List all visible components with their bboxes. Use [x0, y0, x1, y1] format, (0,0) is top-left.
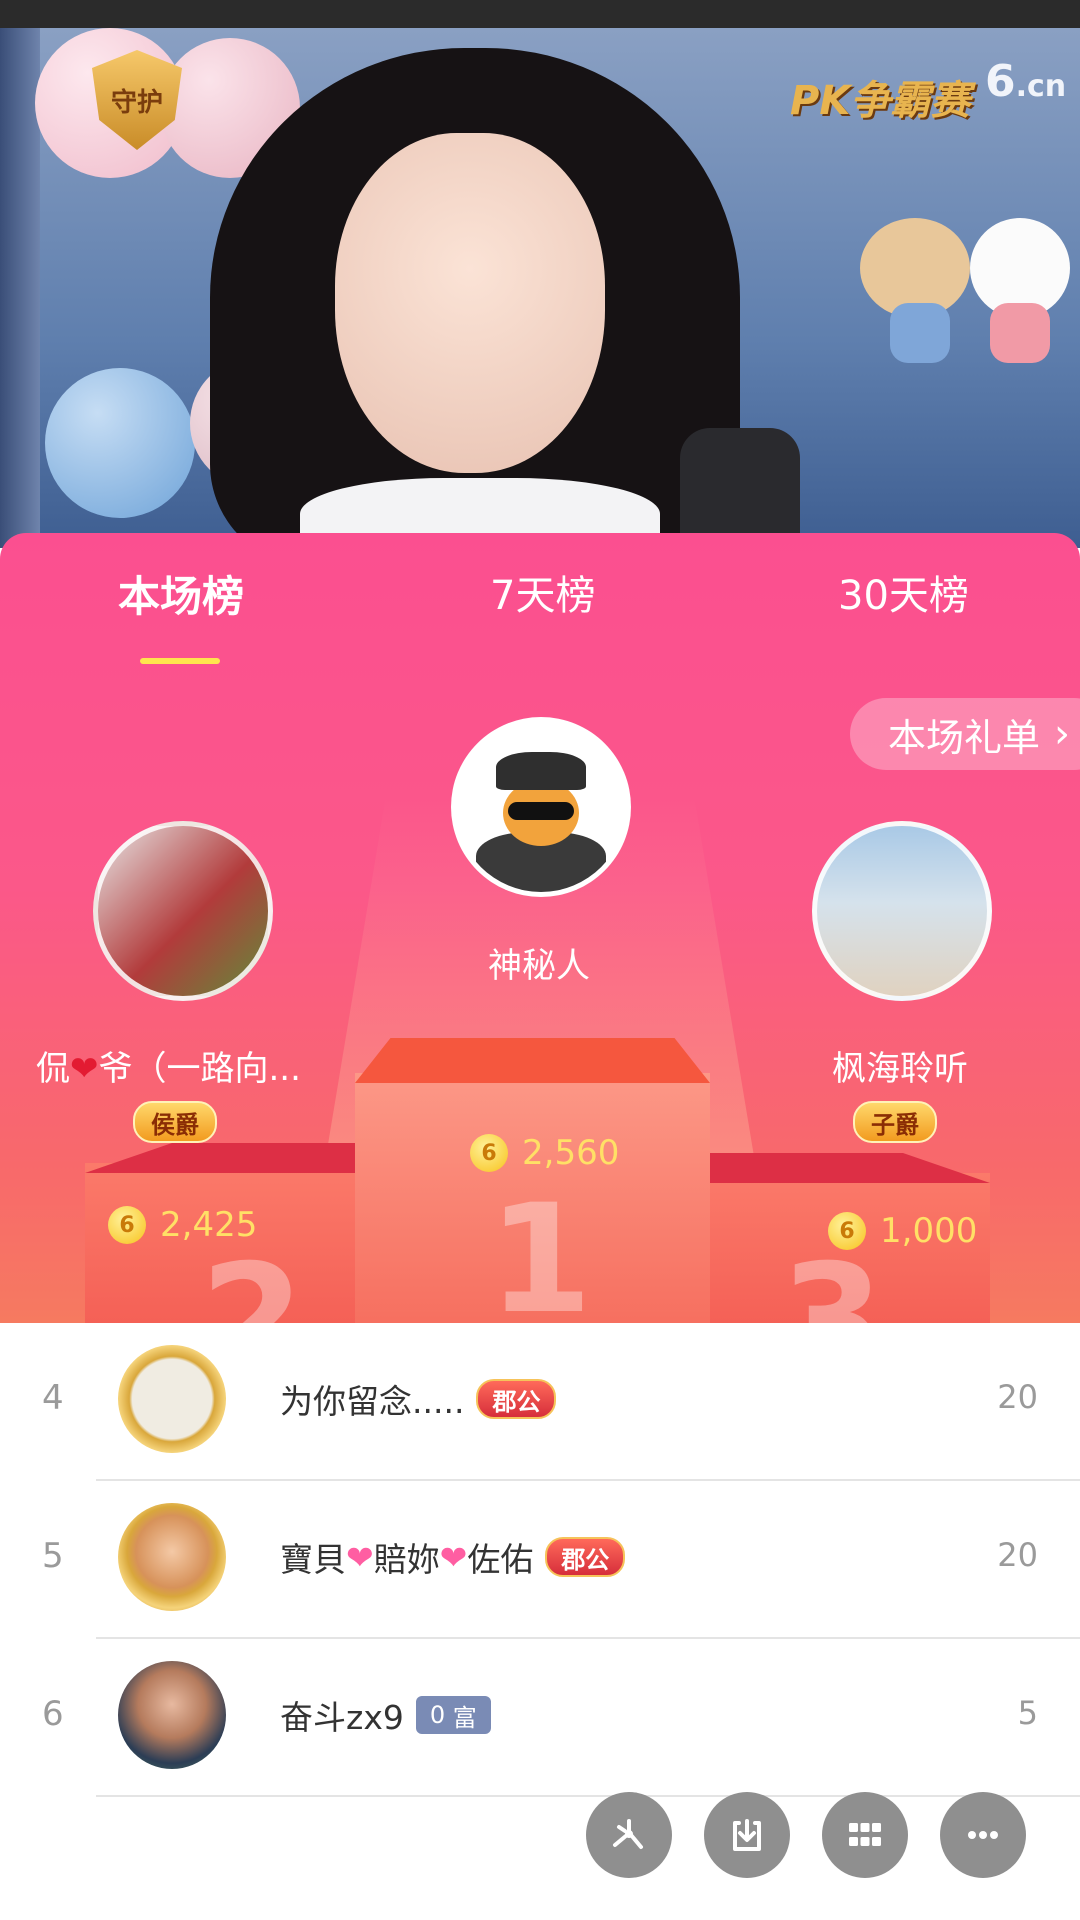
third-coins-value: 1,000: [880, 1211, 978, 1251]
title-badge: 郡公: [545, 1537, 626, 1577]
more-button[interactable]: [940, 1792, 1026, 1878]
site-logo-suffix: .cn: [1015, 69, 1067, 104]
list-item[interactable]: 6 奋斗zx9 0 富 5: [0, 1639, 1080, 1797]
podium-second-top: [85, 1143, 375, 1173]
heart-icon: ❤: [70, 1049, 99, 1089]
coin-icon: 6: [828, 1212, 866, 1250]
gift-list-button[interactable]: 本场礼单 ›: [850, 698, 1080, 770]
podium-number-first: 1: [488, 1173, 593, 1323]
podium-first-top: [355, 1038, 710, 1083]
mystery-user-glasses: [508, 802, 574, 820]
chair: [680, 428, 800, 548]
grid-icon: [849, 1823, 881, 1846]
second-coins: 6 2,425: [108, 1205, 257, 1245]
rich-level: 0: [429, 1701, 446, 1729]
pk-logo: PK争霸赛: [790, 78, 971, 124]
user-name-text: 奋斗zx9: [280, 1698, 404, 1737]
heart-icon: ❤: [346, 1537, 374, 1577]
mystery-user-hat: [496, 752, 586, 790]
title-badge: 郡公: [476, 1379, 557, 1419]
coin-icon: 6: [108, 1206, 146, 1244]
avatar[interactable]: [118, 1345, 226, 1453]
more-icon: [968, 1831, 998, 1839]
share-button[interactable]: [586, 1792, 672, 1878]
title-badge-third: 子爵: [853, 1101, 937, 1143]
second-name-part2: 爷（一路向...: [98, 1049, 301, 1089]
gift-list-label: 本场礼单: [888, 715, 1041, 760]
list-item[interactable]: 4 为你留念..... 郡公 20: [0, 1323, 1080, 1481]
rank-number: 4: [42, 1378, 64, 1418]
rank-number: 6: [42, 1694, 64, 1734]
avatar-first[interactable]: [451, 717, 631, 897]
user-name-part-b: 賠妳: [373, 1540, 440, 1579]
tab-30-days[interactable]: 30天榜: [838, 563, 969, 621]
score: 20: [997, 1378, 1038, 1416]
podium-third-top: [700, 1153, 990, 1183]
user-name-part-a: 寶貝: [280, 1540, 346, 1579]
third-name[interactable]: 枫海聆听: [832, 1041, 968, 1090]
list-item[interactable]: 5 寶貝 ❤ 賠妳 ❤ 佐佑 郡公 20: [0, 1481, 1080, 1639]
download-button[interactable]: [704, 1792, 790, 1878]
apps-button[interactable]: [822, 1792, 908, 1878]
avatar[interactable]: [118, 1661, 226, 1769]
bear-body: [890, 303, 950, 363]
first-coins: 6 2,560: [470, 1133, 619, 1173]
live-video[interactable]: 守护 PK争霸赛 6.cn: [0, 28, 1080, 548]
rich-label: 富: [452, 1703, 477, 1732]
rank-number: 5: [42, 1536, 64, 1576]
first-coins-value: 2,560: [522, 1133, 620, 1173]
balloon: [45, 368, 195, 518]
heart-icon: ❤: [439, 1537, 468, 1577]
title-badge-second: 侯爵: [133, 1101, 217, 1143]
site-logo: 6.cn: [985, 56, 1066, 107]
tab-current-show[interactable]: 本场榜: [118, 563, 244, 624]
user-name-part-c: 佐佑: [467, 1540, 534, 1579]
second-name-part1: 侃: [36, 1049, 70, 1089]
bunny-body: [990, 303, 1050, 363]
curtain: [0, 28, 40, 548]
user-name: 为你留念..... 郡公: [280, 1375, 557, 1423]
download-icon: [733, 1819, 761, 1851]
share-icon: [613, 1819, 643, 1849]
podium-number-second: 2: [200, 1233, 305, 1323]
site-logo-main: 6: [985, 56, 1016, 107]
avatar-second[interactable]: [93, 821, 273, 1001]
divider: [96, 1795, 1080, 1797]
bear-bunny-sticker: [860, 208, 1080, 398]
chevron-right-icon: ›: [1054, 711, 1071, 757]
streamer-face: [335, 133, 605, 473]
score: 20: [997, 1536, 1038, 1574]
second-name[interactable]: 侃❤爷（一路向...: [36, 1041, 301, 1090]
status-bar: [0, 0, 1080, 28]
ranking-list: 4 为你留念..... 郡公 20 5 寶貝 ❤ 賠妳 ❤ 佐佑 郡公 20 6 奋斗z…: [0, 1323, 1080, 1920]
user-name: 奋斗zx9 0 富: [280, 1691, 491, 1739]
tab-underline: [140, 658, 220, 664]
score: 5: [1017, 1694, 1038, 1732]
third-coins: 6 1,000: [828, 1211, 977, 1251]
second-coins-value: 2,425: [160, 1205, 258, 1245]
rich-level-badge: 0 富: [415, 1696, 491, 1734]
user-name-text: 为你留念.....: [280, 1382, 465, 1421]
avatar[interactable]: [118, 1503, 226, 1611]
ranking-tabs: 本场榜 7天榜 30天榜: [0, 563, 1080, 664]
avatar-third[interactable]: [812, 821, 992, 1001]
first-name[interactable]: 神秘人: [488, 938, 590, 987]
streamer: [210, 48, 740, 548]
user-name: 寶貝 ❤ 賠妳 ❤ 佐佑 郡公: [280, 1533, 626, 1581]
ranking-panel: 本场榜 7天榜 30天榜 本场礼单 › 1 2 3 神秘人 6 2,560 侃❤…: [0, 533, 1080, 1323]
coin-icon: 6: [470, 1134, 508, 1172]
tab-7-days[interactable]: 7天榜: [490, 563, 595, 621]
